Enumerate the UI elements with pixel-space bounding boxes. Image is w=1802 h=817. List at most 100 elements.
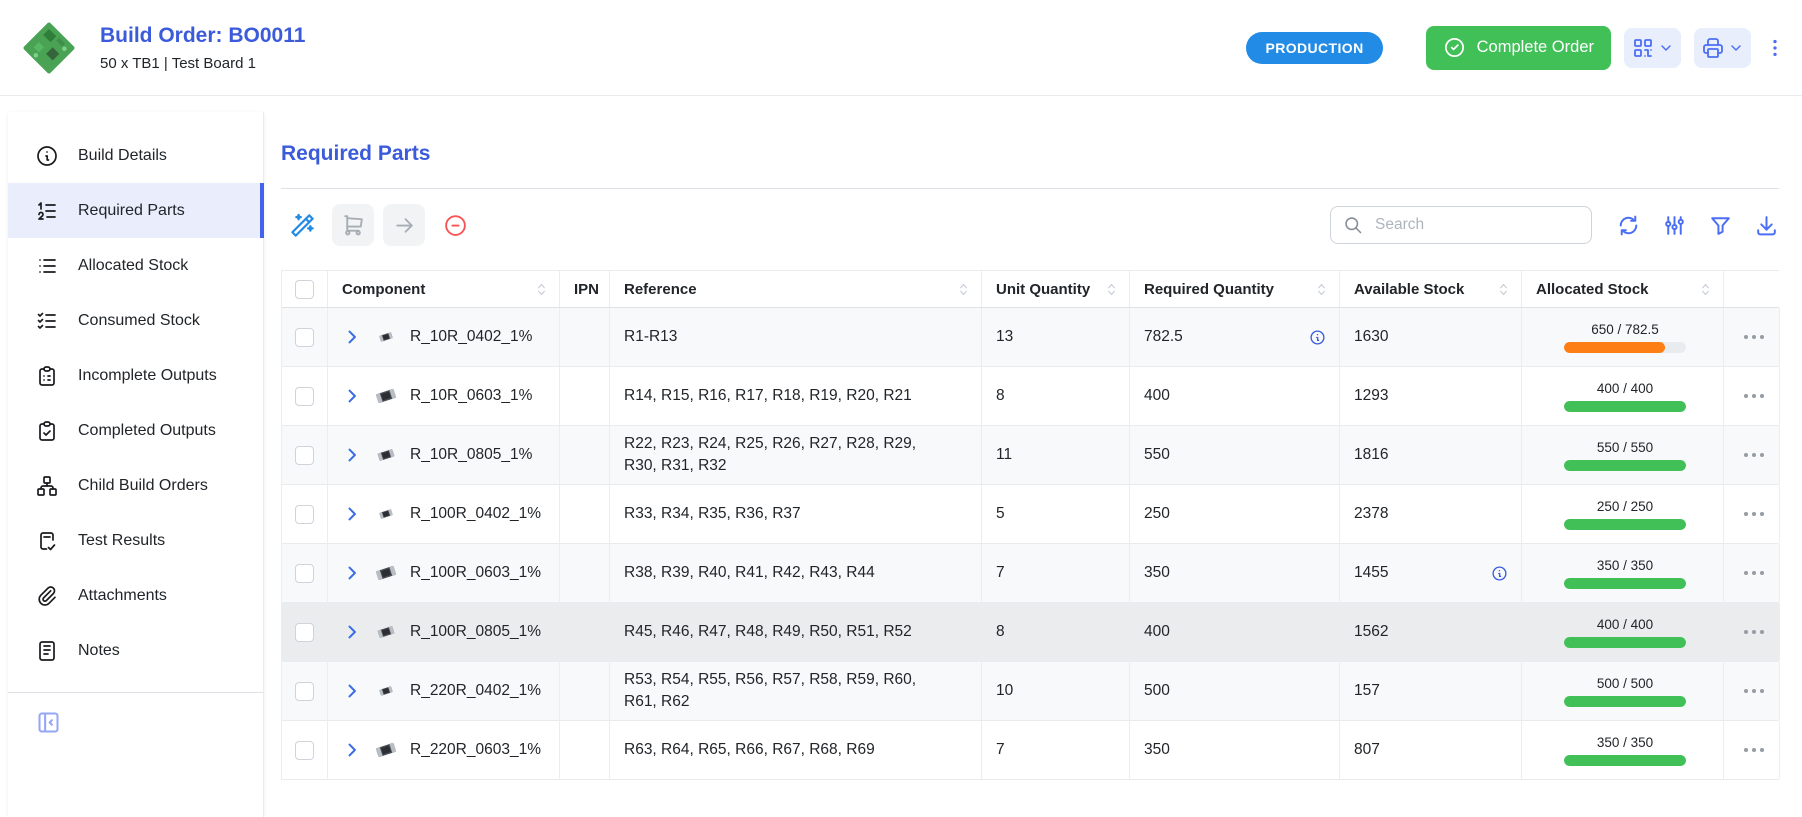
kebab-menu-icon	[1764, 35, 1786, 61]
printer-icon	[1701, 36, 1725, 60]
sidebar-item-child-build-orders[interactable]: Child Build Orders	[8, 458, 263, 513]
expand-row-chevron-icon[interactable]	[342, 327, 362, 347]
expand-row-chevron-icon[interactable]	[342, 386, 362, 406]
available-stock-cell: 157	[1340, 662, 1522, 720]
component-thumbnail	[373, 445, 399, 465]
sort-icon[interactable]	[955, 281, 972, 298]
sort-icon[interactable]	[533, 281, 550, 298]
available-stock-cell: 1630	[1340, 308, 1522, 366]
download-icon[interactable]	[1754, 213, 1779, 238]
section-title: Required Parts	[281, 142, 1802, 166]
sidebar-item-allocated-stock[interactable]: Allocated Stock	[8, 238, 263, 293]
sort-icon[interactable]	[1697, 281, 1714, 298]
sidebar-item-test-results[interactable]: Test Results	[8, 513, 263, 568]
resistor-image	[374, 384, 398, 408]
row-checkbox[interactable]	[295, 741, 314, 760]
search-input[interactable]	[1373, 215, 1579, 235]
sidebar-item-incomplete-outputs[interactable]: Incomplete Outputs	[8, 348, 263, 403]
allocated-stock-cell: 400 / 400	[1522, 603, 1724, 661]
info-icon[interactable]	[1491, 565, 1508, 582]
expand-row-chevron-icon[interactable]	[342, 445, 362, 465]
component-name-link[interactable]: R_10R_0805_1%	[410, 446, 532, 464]
sort-icon[interactable]	[1103, 281, 1120, 298]
expand-row-chevron-icon[interactable]	[342, 740, 362, 760]
column-header-unit-quantity[interactable]: Unit Quantity	[982, 271, 1130, 307]
row-checkbox[interactable]	[295, 328, 314, 347]
row-checkbox[interactable]	[295, 446, 314, 465]
complete-order-button[interactable]: Complete Order	[1426, 26, 1611, 70]
column-header-available-stock[interactable]: Available Stock	[1340, 271, 1522, 307]
unit-quantity-cell: 5	[982, 485, 1130, 543]
barcode-actions-button[interactable]	[1624, 28, 1681, 68]
column-header-ipn[interactable]: IPN	[560, 271, 610, 307]
column-header-reference[interactable]: Reference	[610, 271, 982, 307]
sitemap-icon	[35, 474, 59, 498]
unit-quantity-cell: 7	[982, 721, 1130, 779]
collapse-sidebar-button[interactable]	[35, 709, 62, 736]
expand-row-chevron-icon[interactable]	[342, 563, 362, 583]
transfer-stock-button[interactable]	[383, 204, 425, 246]
column-header-component[interactable]: Component	[328, 271, 560, 307]
row-checkbox[interactable]	[295, 623, 314, 642]
deallocate-stock-button[interactable]	[434, 204, 476, 246]
expand-row-chevron-icon[interactable]	[342, 504, 362, 524]
row-actions-button[interactable]	[1724, 603, 1780, 661]
wand-icon	[289, 212, 316, 239]
row-actions-button[interactable]	[1724, 367, 1780, 425]
sidebar-item-required-parts[interactable]: Required Parts	[8, 183, 263, 238]
sidebar-item-completed-outputs[interactable]: Completed Outputs	[8, 403, 263, 458]
arrow-right-icon	[392, 213, 417, 238]
page-subtitle: 50 x TB1 | Test Board 1	[100, 55, 305, 72]
row-checkbox[interactable]	[295, 387, 314, 406]
sidebar-item-notes[interactable]: Notes	[8, 623, 263, 678]
filter-icon[interactable]	[1708, 213, 1733, 238]
expand-row-chevron-icon[interactable]	[342, 681, 362, 701]
row-checkbox[interactable]	[295, 505, 314, 524]
sidebar-item-label: Required Parts	[78, 202, 185, 220]
auto-allocate-button[interactable]	[281, 204, 323, 246]
print-actions-button[interactable]	[1694, 28, 1751, 68]
select-all-checkbox[interactable]	[295, 280, 314, 299]
allocation-label: 550 / 550	[1597, 440, 1653, 455]
more-actions-button[interactable]	[1764, 35, 1786, 61]
row-actions-button[interactable]	[1724, 485, 1780, 543]
component-name-link[interactable]: R_220R_0603_1%	[410, 741, 541, 759]
allocation-label: 500 / 500	[1597, 676, 1653, 691]
available-stock-cell: 1455	[1340, 544, 1522, 602]
component-name-link[interactable]: R_100R_0805_1%	[410, 623, 541, 641]
component-name-link[interactable]: R_100R_0603_1%	[410, 564, 541, 582]
row-actions-button[interactable]	[1724, 426, 1780, 484]
row-checkbox[interactable]	[295, 564, 314, 583]
info-icon[interactable]	[1309, 329, 1326, 346]
available-stock-cell: 1293	[1340, 367, 1522, 425]
allocation-label: 250 / 250	[1597, 499, 1653, 514]
sort-icon[interactable]	[1313, 281, 1330, 298]
component-name-link[interactable]: R_220R_0402_1%	[410, 682, 541, 700]
allocation-progress-bar	[1564, 637, 1686, 648]
notes-icon	[35, 639, 59, 663]
component-name-link[interactable]: R_100R_0402_1%	[410, 505, 541, 523]
row-actions-button[interactable]	[1724, 721, 1780, 779]
component-name-link[interactable]: R_10R_0603_1%	[410, 387, 532, 405]
sidebar-item-consumed-stock[interactable]: Consumed Stock	[8, 293, 263, 348]
column-header-required-quantity[interactable]: Required Quantity	[1130, 271, 1340, 307]
ipn-cell	[560, 367, 610, 425]
allocated-stock-cell: 350 / 350	[1522, 721, 1724, 779]
row-actions-button[interactable]	[1724, 544, 1780, 602]
sort-icon[interactable]	[1495, 281, 1512, 298]
allocation-progress-bar	[1564, 519, 1686, 530]
order-parts-button[interactable]	[332, 204, 374, 246]
sidebar-item-build-details[interactable]: Build Details	[8, 128, 263, 183]
row-checkbox[interactable]	[295, 682, 314, 701]
component-name-link[interactable]: R_10R_0402_1%	[410, 328, 532, 346]
row-actions-button[interactable]	[1724, 308, 1780, 366]
sidebar-divider	[8, 692, 263, 693]
ipn-cell	[560, 426, 610, 484]
expand-row-chevron-icon[interactable]	[342, 622, 362, 642]
adjustments-icon[interactable]	[1662, 213, 1687, 238]
sidebar-item-attachments[interactable]: Attachments	[8, 568, 263, 623]
column-header-allocated-stock[interactable]: Allocated Stock	[1522, 271, 1724, 307]
row-actions-button[interactable]	[1724, 662, 1780, 720]
main-panel: Required Parts	[264, 96, 1802, 780]
refresh-icon[interactable]	[1616, 213, 1641, 238]
